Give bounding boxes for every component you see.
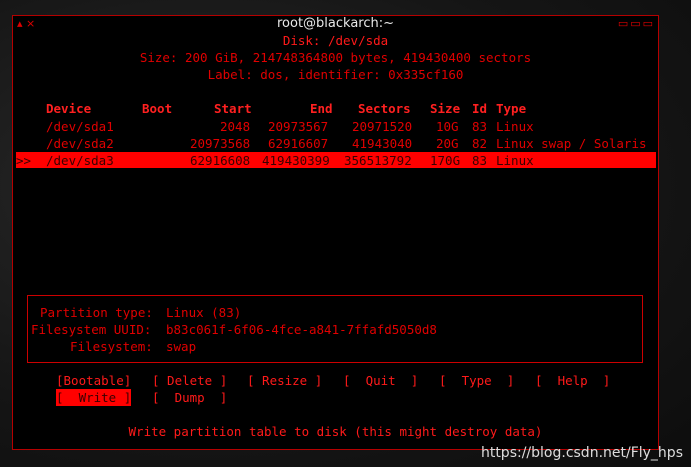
write-button[interactable]: [ Write ] [56, 389, 132, 406]
col-size: Size [430, 101, 461, 116]
col-end: End [310, 101, 333, 116]
partition-type-label: Partition type: [40, 305, 153, 320]
col-start: Start [214, 101, 252, 116]
window-controls-icon[interactable]: ▭▭▭ [618, 16, 655, 31]
row-size: 20G [436, 136, 459, 151]
row-start: 62916608 [190, 153, 251, 168]
status-hint: Write partition table to disk (this migh… [128, 424, 543, 439]
row-type: Linux [496, 153, 534, 168]
row-start: 2048 [220, 119, 251, 134]
uuid-value: b83c061f-6f06-4fce-a841-7ffafd5050d8 [166, 322, 437, 337]
terminal-window: ▴ × root@blackarch:~ ▭▭▭ Disk: /dev/sda … [12, 15, 659, 450]
row-end: 20973567 [268, 119, 329, 134]
delete-button[interactable]: [ Delete ] [152, 372, 227, 389]
disk-size: Size: 200 GiB, 214748364800 bytes, 41943… [139, 50, 532, 65]
row-selection-marker: >> [16, 153, 32, 168]
row-sectors: 356513792 [344, 153, 412, 168]
row-end: 419430399 [262, 153, 330, 168]
row-sectors: 41943040 [352, 136, 413, 151]
col-device: Device [46, 101, 92, 116]
type-button[interactable]: [ Type ] [439, 372, 514, 389]
row-end: 62916607 [268, 136, 329, 151]
row-id: 83 [472, 119, 488, 134]
dump-button[interactable]: [ Dump ] [152, 389, 227, 406]
disk-label: Label: dos, identifier: 0x335cf160 [207, 67, 464, 82]
filesystem-label: Filesystem: [70, 339, 153, 354]
quit-button[interactable]: [ Quit ] [343, 372, 418, 389]
disk-title: Disk: /dev/sda [282, 33, 389, 48]
row-device: /dev/sda3 [46, 153, 114, 168]
row-id: 82 [472, 136, 488, 151]
col-boot: Boot [142, 101, 173, 116]
help-button[interactable]: [ Help ] [535, 372, 610, 389]
window-title: root@blackarch:~ [276, 16, 395, 31]
row-start: 20973568 [190, 136, 251, 151]
col-id: Id [472, 101, 488, 116]
row-device: /dev/sda1 [46, 119, 114, 134]
filesystem-value: swap [166, 339, 197, 354]
bootable-button[interactable]: [Bootable] [56, 372, 131, 389]
row-sectors: 20971520 [352, 119, 413, 134]
row-type: Linux [496, 119, 534, 134]
resize-button[interactable]: [ Resize ] [247, 372, 322, 389]
title-bar: ▴ × root@blackarch:~ ▭▭▭ [13, 16, 658, 31]
col-type: Type [496, 101, 527, 116]
uuid-label: Filesystem UUID: [31, 322, 152, 337]
partition-type-value: Linux (83) [166, 305, 242, 320]
row-size: 170G [430, 153, 461, 168]
col-sectors: Sectors [358, 101, 411, 116]
watermark: https://blog.csdn.net/Fly_hps [480, 445, 683, 461]
row-type: Linux swap / Solaris [496, 136, 647, 151]
row-size: 10G [436, 119, 459, 134]
row-id: 83 [472, 153, 488, 168]
row-device: /dev/sda2 [46, 136, 114, 151]
